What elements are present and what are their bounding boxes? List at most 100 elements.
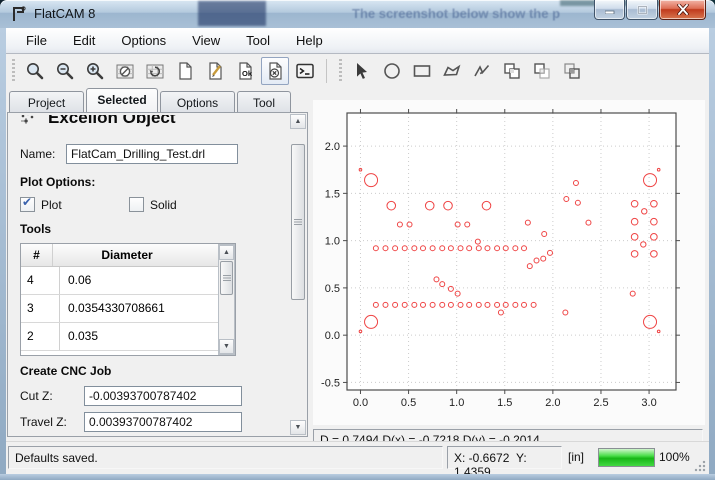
table-row[interactable]: 40.06 bbox=[21, 267, 235, 295]
svg-text:0.0: 0.0 bbox=[325, 330, 340, 342]
tab-selected[interactable]: Selected bbox=[86, 88, 158, 112]
restore-button[interactable] bbox=[626, 0, 658, 20]
svg-text:-0.5: -0.5 bbox=[321, 377, 340, 389]
toolbar: Ok bbox=[6, 54, 709, 89]
plot-canvas[interactable]: 0.00.51.01.52.02.53.0-0.50.00.51.01.52.0 bbox=[313, 100, 705, 425]
coord-x: X: -0.6672 bbox=[454, 451, 509, 465]
menu-edit[interactable]: Edit bbox=[63, 30, 105, 51]
clear-plot-icon[interactable] bbox=[111, 57, 139, 85]
svg-text:2.5: 2.5 bbox=[593, 397, 608, 409]
shell-icon[interactable] bbox=[291, 57, 319, 85]
cancel-edit-icon[interactable] bbox=[261, 57, 289, 85]
union-icon[interactable] bbox=[498, 57, 526, 85]
menu-bar: File Edit Options View Tool Help bbox=[6, 28, 709, 54]
solid-checkbox-label: Solid bbox=[150, 198, 177, 212]
window-border-bottom bbox=[0, 474, 715, 480]
cut-z-input[interactable] bbox=[84, 386, 242, 406]
main-content: Excellon Object Name: Plot Options: Plot… bbox=[6, 112, 709, 441]
svg-text:0.5: 0.5 bbox=[401, 397, 416, 409]
tools-table-header[interactable]: # Diameter bbox=[21, 244, 235, 267]
flatcam-logo-icon bbox=[10, 5, 28, 23]
glass-reflection bbox=[198, 1, 266, 26]
name-input[interactable] bbox=[66, 144, 238, 164]
status-message: Defaults saved. bbox=[8, 446, 443, 469]
tab-options[interactable]: Options bbox=[160, 91, 235, 112]
panel-scrollbar[interactable]: ▲ ▼ bbox=[290, 114, 306, 435]
minimize-button[interactable] bbox=[594, 0, 625, 20]
svg-text:Ok: Ok bbox=[242, 69, 253, 78]
resize-grip-icon[interactable] bbox=[694, 460, 706, 472]
progress-percent: 100% bbox=[659, 450, 690, 464]
zoom-in-icon[interactable] bbox=[81, 57, 109, 85]
menu-options[interactable]: Options bbox=[111, 30, 176, 51]
svg-text:2.0: 2.0 bbox=[545, 397, 560, 409]
create-cnc-job-heading: Create CNC Job bbox=[20, 364, 111, 378]
toolbar-separator bbox=[326, 59, 327, 83]
zoom-fit-icon[interactable] bbox=[21, 57, 49, 85]
draw-circle-icon[interactable] bbox=[378, 57, 406, 85]
update-geometry-icon[interactable]: Ok bbox=[231, 57, 259, 85]
title-bar[interactable]: The screenshot below show the p FlatCAM … bbox=[0, 0, 715, 28]
menu-file[interactable]: File bbox=[16, 30, 57, 51]
toolbar-drag-handle[interactable] bbox=[339, 59, 342, 83]
tools-table: # Diameter 40.0630.035433070866120.035 ▲… bbox=[20, 243, 236, 356]
svg-text:0.0: 0.0 bbox=[353, 397, 368, 409]
table-scrollbar-thumb[interactable] bbox=[220, 261, 233, 295]
tool-number: 3 bbox=[21, 295, 60, 322]
cursor-coordinates: X: -0.6672 Y: 1.4359 bbox=[447, 446, 562, 469]
progress-bar bbox=[598, 448, 655, 467]
replot-icon[interactable] bbox=[141, 57, 169, 85]
table-row[interactable]: 30.0354330708661 bbox=[21, 295, 235, 323]
select-icon[interactable] bbox=[348, 57, 376, 85]
panel-scroll-up-icon[interactable]: ▲ bbox=[290, 114, 306, 129]
menu-view[interactable]: View bbox=[182, 30, 230, 51]
window-title: FlatCAM 8 bbox=[34, 6, 95, 21]
menu-tool[interactable]: Tool bbox=[236, 30, 280, 51]
svg-text:1.5: 1.5 bbox=[497, 397, 512, 409]
status-bar: Defaults saved. X: -0.6672 Y: 1.4359 [in… bbox=[6, 441, 709, 475]
tool-number: 2 bbox=[21, 323, 60, 350]
solid-checkbox[interactable] bbox=[129, 197, 144, 212]
travel-z-input[interactable] bbox=[84, 412, 242, 432]
plot-checkbox-label: Plot bbox=[41, 198, 129, 212]
app-window: The screenshot below show the p FlatCAM … bbox=[0, 0, 715, 480]
svg-text:1.0: 1.0 bbox=[325, 236, 340, 248]
plot-checkbox[interactable] bbox=[20, 197, 35, 212]
svg-text:1.5: 1.5 bbox=[325, 188, 340, 200]
menu-help[interactable]: Help bbox=[286, 30, 333, 51]
draw-path-icon[interactable] bbox=[468, 57, 496, 85]
zoom-out-icon[interactable] bbox=[51, 57, 79, 85]
tab-project[interactable]: Project bbox=[9, 91, 84, 112]
new-project-icon[interactable] bbox=[171, 57, 199, 85]
close-button[interactable] bbox=[659, 0, 706, 20]
draw-rectangle-icon[interactable] bbox=[408, 57, 436, 85]
tab-tool[interactable]: Tool bbox=[237, 91, 291, 112]
svg-text:2.0: 2.0 bbox=[325, 141, 340, 153]
table-scrollbar[interactable]: ▲ ▼ bbox=[218, 244, 235, 355]
units-label: [in] bbox=[568, 450, 584, 464]
table-scroll-down-icon[interactable]: ▼ bbox=[219, 339, 234, 354]
subtract-icon[interactable] bbox=[528, 57, 556, 85]
intersect-icon[interactable] bbox=[558, 57, 586, 85]
edit-geometry-icon[interactable] bbox=[201, 57, 229, 85]
panel-scrollbar-thumb[interactable] bbox=[291, 144, 305, 300]
draw-polygon-icon[interactable] bbox=[438, 57, 466, 85]
tool-diameter: 0.035 bbox=[60, 323, 216, 350]
table-scroll-up-icon[interactable]: ▲ bbox=[219, 245, 234, 260]
selected-object-panel: Excellon Object Name: Plot Options: Plot… bbox=[7, 112, 308, 437]
tool-number: 4 bbox=[21, 267, 60, 294]
background-ghost-text: The screenshot below show the p bbox=[352, 6, 560, 21]
col-number[interactable]: # bbox=[21, 244, 53, 266]
table-row[interactable]: 20.035 bbox=[21, 323, 235, 351]
window-border-left bbox=[0, 28, 6, 480]
name-label: Name: bbox=[20, 147, 66, 161]
window-border-right bbox=[709, 28, 715, 480]
svg-text:0.5: 0.5 bbox=[325, 283, 340, 295]
excellon-object-icon bbox=[20, 115, 36, 126]
drill-plot[interactable]: 0.00.51.01.52.02.53.0-0.50.00.51.01.52.0 bbox=[313, 100, 705, 425]
col-diameter[interactable]: Diameter bbox=[53, 244, 201, 266]
panel-scroll-down-icon[interactable]: ▼ bbox=[290, 420, 306, 435]
travel-z-label: Travel Z: bbox=[20, 415, 84, 429]
cut-z-label: Cut Z: bbox=[20, 389, 84, 403]
toolbar-drag-handle[interactable] bbox=[12, 59, 15, 83]
